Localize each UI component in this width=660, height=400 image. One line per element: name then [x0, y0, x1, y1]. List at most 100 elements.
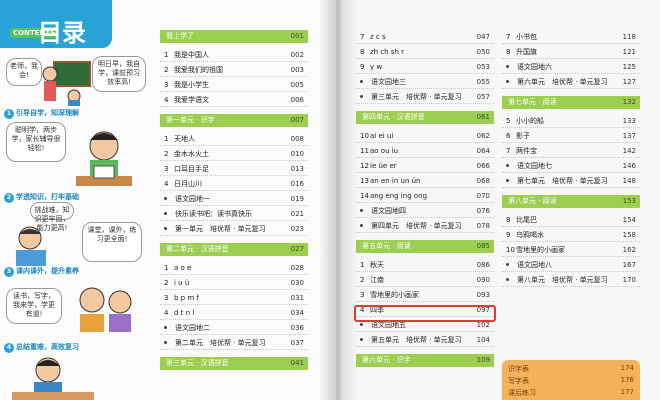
toc-entry[interactable]: 语文园地二 036: [160, 321, 308, 335]
toc-entry[interactable]: 4 日月山川 016: [160, 177, 308, 191]
entry-title: 第五单元 培优帮 · 单元复习: [371, 336, 462, 344]
toc-entry[interactable]: 语文园地四 076: [356, 204, 494, 218]
entry-title: 第三单元 培优帮 · 单元复习: [371, 93, 462, 101]
teacher-blackboard-icon: [42, 61, 91, 106]
toc-entry[interactable]: 3 雪地里的小画家 093: [356, 288, 494, 302]
toc-entry[interactable]: 第八单元 培优帮 · 单元复习 170: [502, 273, 640, 287]
toc-entry[interactable]: 14ang eng ing ong 070: [356, 189, 494, 203]
toc-entry[interactable]: 第三单元 培优帮 · 单元复习 057: [356, 90, 494, 104]
toc-entry[interactable]: 第一单元 培优帮 · 单元复习 023: [160, 222, 308, 236]
contents-header: CONTENTS 目录: [0, 0, 112, 48]
toc-entry[interactable]: 语文园地八 167: [502, 258, 640, 272]
entry-page-number: 104: [476, 336, 490, 344]
appendix-item[interactable]: 识字表 174: [508, 364, 634, 375]
toc-entry[interactable]: 8 升国旗 121: [502, 45, 640, 59]
entry-number: 8: [360, 48, 365, 56]
toc-entry[interactable]: 13an en in un ün 068: [356, 174, 494, 188]
unit-header[interactable]: 第五单元 · 阅读 085: [356, 240, 494, 253]
entry-page-number: 036: [290, 324, 304, 332]
bullet-dot-icon: [164, 326, 167, 329]
entry-number: 12: [360, 162, 369, 170]
entry-page-number: 005: [290, 81, 304, 89]
toc-entry[interactable]: 7 两件宝 142: [502, 144, 640, 158]
entry-title: 金木水火土: [174, 150, 209, 158]
entry-title: 语文园地一: [175, 195, 210, 203]
entry-title: 我爱学语文: [174, 96, 209, 104]
toc-entry[interactable]: 第五单元 培优帮 · 单元复习 104: [356, 333, 494, 347]
toc-entry[interactable]: 3 b p m f 031: [160, 291, 308, 305]
entry-page-number: 030: [290, 279, 304, 287]
entry-title: 语文园地二: [175, 324, 210, 332]
unit-header[interactable]: 第六单元 · 识字 109: [356, 354, 494, 367]
entry-title: a o e: [174, 264, 192, 272]
unit-header[interactable]: 第四单元 · 汉语拼音 061: [356, 111, 494, 124]
bullet-dot-icon: [506, 263, 509, 266]
toc-entry[interactable]: 快乐读书吧：读书真快乐 021: [160, 207, 308, 221]
entry-page-number: 066: [476, 162, 490, 170]
toc-entry[interactable]: 9 乌鸦喝水 158: [502, 228, 640, 242]
speech-bubble: 读书，写字，我来学，学更有道!: [6, 288, 62, 324]
unit-header[interactable]: 第一单元 · 识字 007: [160, 114, 308, 127]
toc-entry[interactable]: 语文园地七 146: [502, 159, 640, 173]
unit-header[interactable]: 第七单元 · 阅读 132: [502, 96, 640, 109]
speech-bubble: 明日早，我自学，课前预习效率高!: [92, 56, 146, 92]
entry-title: 影子: [516, 132, 530, 140]
toc-entry[interactable]: 7 z c s 047: [356, 30, 494, 44]
toc-entry[interactable]: 第六单元 培优帮 · 单元复习 127: [502, 75, 640, 89]
toc-entry[interactable]: 2 我爱我们的祖国 003: [160, 63, 308, 77]
toc-entry[interactable]: 第二单元 培优帮 · 单元复习 037: [160, 336, 308, 350]
toc-entry[interactable]: 10雪地里的小画家 162: [502, 243, 640, 257]
unit-title: 第三单元 · 汉语拼音: [166, 359, 229, 367]
toc-entry[interactable]: 语文园地六 125: [502, 60, 640, 74]
unit-header[interactable]: 我上学了 001: [160, 30, 308, 43]
appendix-item[interactable]: 课后练习 177: [508, 388, 634, 399]
toc-entry[interactable]: 第七单元 培优帮 · 单元复习 148: [502, 174, 640, 188]
unit-header[interactable]: 第八单元 · 阅读 153: [502, 195, 640, 208]
entry-title: 第四单元 培优帮 · 单元复习: [371, 222, 462, 230]
entry-page-number: 021: [290, 210, 304, 218]
entry-title: ai ei ui: [370, 132, 394, 140]
entry-number: 3: [164, 294, 169, 302]
entry-title: 乌鸦喝水: [516, 231, 544, 239]
toc-entry[interactable]: 2 金木水火土 010: [160, 147, 308, 161]
entry-number: 9: [506, 231, 511, 239]
entry-number: 4: [164, 180, 169, 188]
bullet-dot-icon: [360, 80, 363, 83]
entry-title: zh ch sh r: [370, 48, 405, 56]
toc-entry[interactable]: 12ie üe er 066: [356, 159, 494, 173]
entry-number: 13: [360, 177, 369, 185]
toc-entry[interactable]: 9 y w 053: [356, 60, 494, 74]
entry-number: 9: [360, 63, 365, 71]
toc-entry[interactable]: 1 秋天 086: [356, 258, 494, 272]
toc-entry[interactable]: 语文园地三 055: [356, 75, 494, 89]
unit-header[interactable]: 第三单元 · 汉语拼音 041: [160, 357, 308, 370]
toc-entry[interactable]: 4 d t n l 034: [160, 306, 308, 320]
toc-entry[interactable]: 语文园地一 019: [160, 192, 308, 206]
bullet-dot-icon: [360, 338, 363, 341]
toc-entry[interactable]: 6 影子 137: [502, 129, 640, 143]
toc-entry[interactable]: 3 我是小学生 005: [160, 78, 308, 92]
illustration-column: 老师，我会! 明日早，我自学，课前预习效率高! 1 引导自学，知深理解 聪明学，两…: [0, 52, 150, 400]
toc-entry[interactable]: 1 a o e 028: [160, 261, 308, 275]
toc-entry[interactable]: 1 天地人 008: [160, 132, 308, 146]
toc-entry[interactable]: 10ai ei ui 062: [356, 129, 494, 143]
entry-page-number: 068: [476, 177, 490, 185]
entry-number: 2: [164, 279, 169, 287]
toc-entry[interactable]: 第四单元 培优帮 · 单元复习 078: [356, 219, 494, 233]
toc-entry[interactable]: 1 我是中国人 002: [160, 48, 308, 62]
toc-entry[interactable]: 7 小书包 118: [502, 30, 640, 44]
appendix-item[interactable]: 写字表 176: [508, 376, 634, 387]
toc-entry[interactable]: 8 比尾巴 154: [502, 213, 640, 227]
toc-entry[interactable]: 4 我爱学语文 006: [160, 93, 308, 107]
entry-title: 我是中国人: [174, 51, 209, 59]
entry-page-number: 086: [476, 261, 490, 269]
entry-page-number: 158: [622, 231, 636, 239]
toc-entry[interactable]: 2 i u ü 030: [160, 276, 308, 290]
unit-header[interactable]: 第二单元 · 汉语拼音 027: [160, 243, 308, 256]
toc-entry[interactable]: 8 zh ch sh r 050: [356, 45, 494, 59]
toc-entry[interactable]: 11ao ou iu 064: [356, 144, 494, 158]
entry-page-number: 142: [622, 147, 636, 155]
toc-entry[interactable]: 2 江南 090: [356, 273, 494, 287]
toc-entry[interactable]: 3 口耳目手足 013: [160, 162, 308, 176]
toc-entry[interactable]: 5 小小的船 133: [502, 114, 640, 128]
